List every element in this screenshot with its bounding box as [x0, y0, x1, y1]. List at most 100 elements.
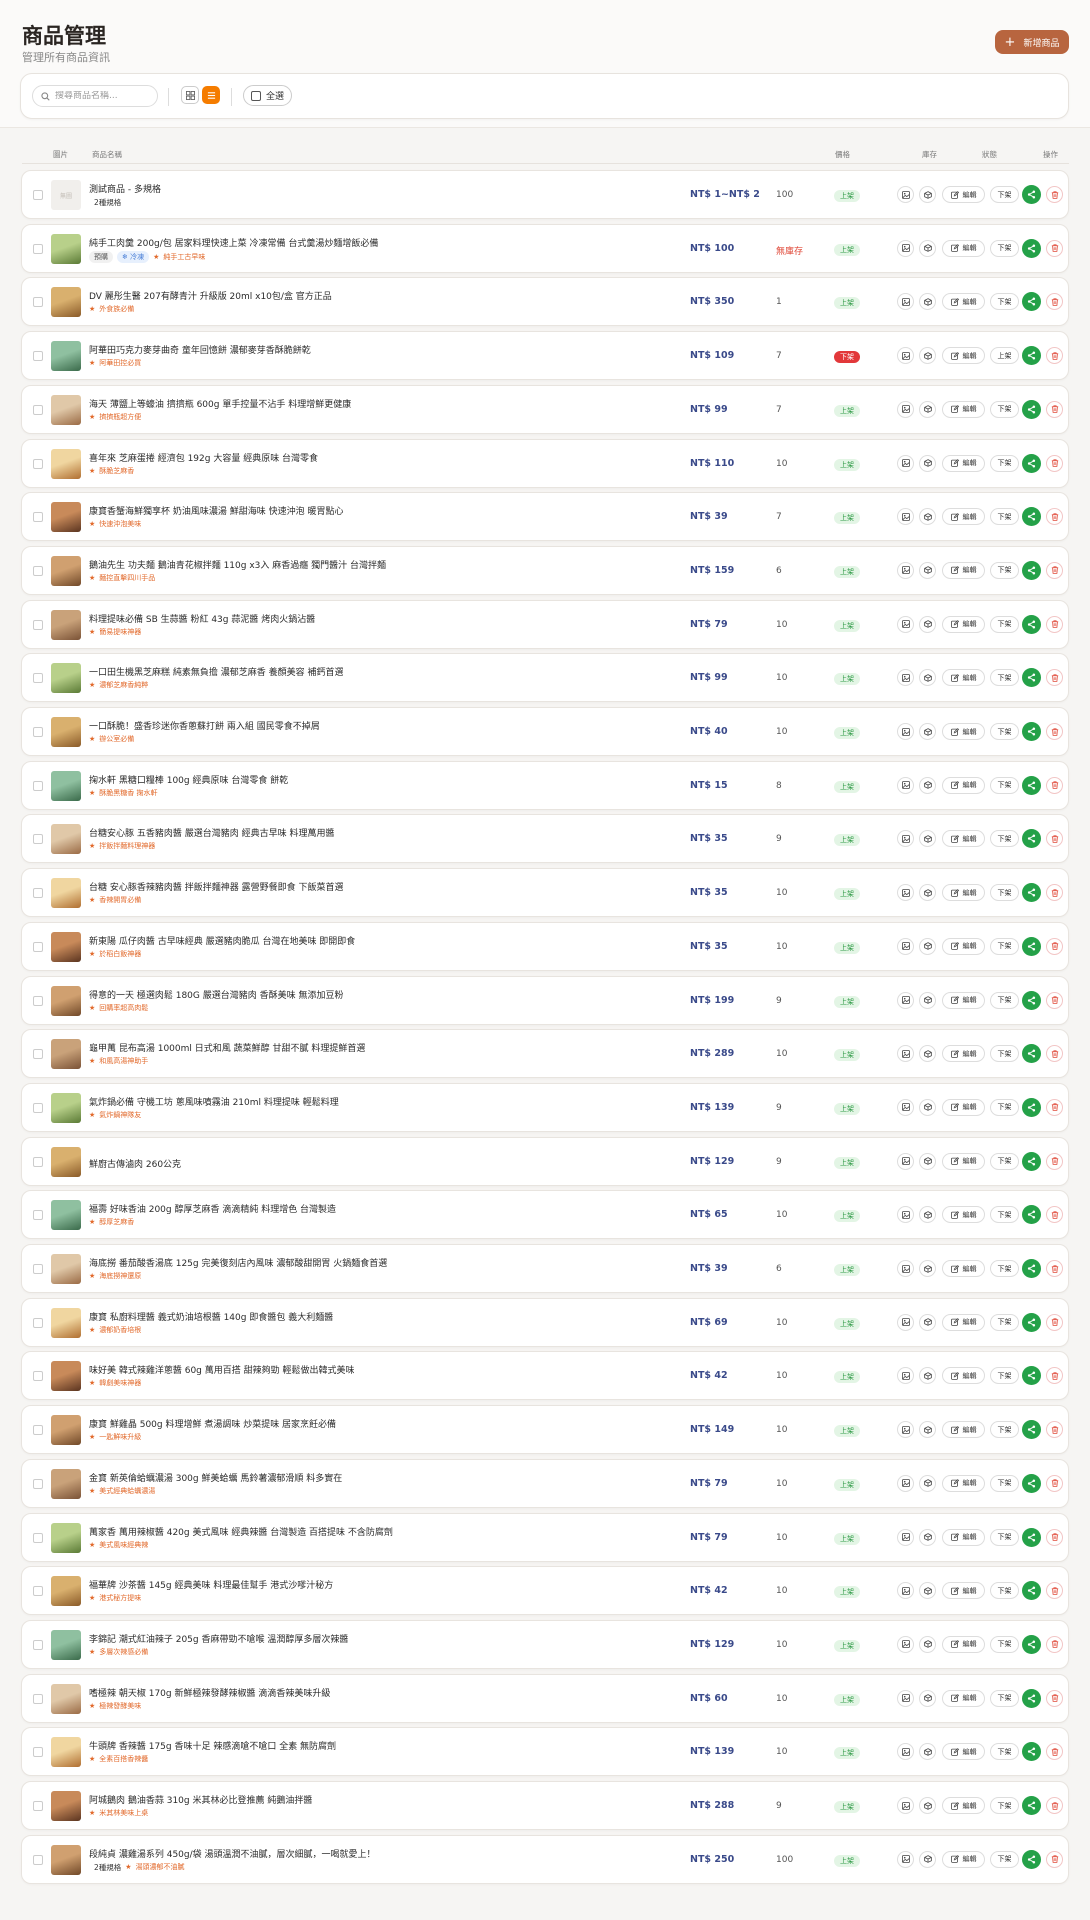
- edit-button[interactable]: 編輯: [942, 1152, 985, 1170]
- image-button[interactable]: [897, 1206, 914, 1224]
- delete-button[interactable]: [1046, 1313, 1063, 1331]
- inventory-button[interactable]: [919, 1850, 936, 1868]
- product-row[interactable]: 喜年來 芝麻蛋捲 經濟包 192g 大容量 經典原味 台灣零食 ★ 酥脆芝麻香 NT$…: [21, 438, 1069, 488]
- product-name[interactable]: 段純貞 濃雞湯系列 450g/袋 湯頭溫潤不油膩，層次細膩，一喝就愛上！: [89, 1847, 376, 1860]
- image-button[interactable]: [897, 400, 914, 418]
- image-button[interactable]: [897, 347, 914, 365]
- product-name[interactable]: 得意的一天 極選肉鬆 180G 嚴選台灣豬肉 香酥美味 無添加豆粉: [89, 988, 343, 1001]
- share-button[interactable]: [1022, 1581, 1041, 1601]
- share-button[interactable]: [1022, 1044, 1041, 1064]
- toggle-status-button[interactable]: 下架: [990, 1152, 1019, 1170]
- delete-button[interactable]: [1046, 293, 1063, 311]
- image-button[interactable]: [897, 830, 914, 848]
- edit-button[interactable]: 編輯: [942, 830, 985, 848]
- row-checkbox[interactable]: [33, 190, 43, 200]
- product-name[interactable]: DV 麗彤生醫 207有酵青汁 升級版 20ml x10包/盒 官方正品: [89, 289, 332, 302]
- delete-button[interactable]: [1046, 830, 1063, 848]
- edit-button[interactable]: 編輯: [942, 186, 985, 203]
- delete-button[interactable]: [1046, 1797, 1063, 1814]
- row-checkbox[interactable]: [33, 1425, 43, 1436]
- delete-button[interactable]: [1046, 884, 1063, 902]
- product-name[interactable]: 福壽 好味香油 200g 醇厚芝麻香 滴滴精純 料理增色 台灣製造: [89, 1202, 336, 1215]
- image-button[interactable]: [897, 723, 914, 740]
- inventory-button[interactable]: [919, 991, 936, 1009]
- row-checkbox[interactable]: [33, 1102, 43, 1113]
- product-name[interactable]: 台糖安心豚 五香豬肉醬 嚴選台灣豬肉 經典古早味 料理萬用醬: [89, 826, 334, 839]
- image-button[interactable]: [897, 776, 914, 794]
- inventory-button[interactable]: [919, 1045, 936, 1063]
- product-name[interactable]: 福華牌 沙茶醬 145g 經典美味 料理最佳幫手 港式沙嗲汁秘方: [89, 1578, 333, 1591]
- image-button[interactable]: [897, 1635, 914, 1653]
- inventory-button[interactable]: [919, 1474, 936, 1492]
- toggle-status-button[interactable]: 下架: [990, 1797, 1019, 1814]
- search-box[interactable]: [32, 85, 158, 107]
- inventory-button[interactable]: [919, 723, 936, 740]
- product-name[interactable]: 萬家香 萬用辣椒醬 420g 美式風味 經典辣醬 台灣製造 百搭提味 不含防腐劑: [89, 1525, 393, 1538]
- inventory-button[interactable]: [919, 1260, 936, 1277]
- inventory-button[interactable]: [919, 1098, 936, 1116]
- delete-button[interactable]: [1046, 937, 1063, 955]
- product-row[interactable]: 一口酥脆！盛香珍迷你香蔥蘇打餅 兩入組 國民零食不掉屑 ★ 辦公室必備 NT$ 40 1…: [21, 707, 1069, 756]
- toggle-status-button[interactable]: 下架: [990, 884, 1019, 902]
- row-checkbox[interactable]: [33, 1049, 43, 1060]
- delete-button[interactable]: [1046, 991, 1063, 1009]
- toggle-status-button[interactable]: 下架: [990, 400, 1019, 418]
- toggle-status-button[interactable]: 下架: [990, 1045, 1019, 1063]
- share-button[interactable]: [1022, 1312, 1041, 1332]
- toggle-status-button[interactable]: 下架: [990, 508, 1019, 526]
- delete-button[interactable]: [1046, 615, 1063, 633]
- product-row[interactable]: 台糖安心豚 五香豬肉醬 嚴選台灣豬肉 經典古早味 料理萬用醬 ★ 拌飯拌麵料理神器 N…: [21, 814, 1069, 864]
- product-row[interactable]: 氣炸鍋必備 守機工坊 蔥風味噴霧油 210ml 料理提味 輕鬆料理 ★ 氣炸鍋神隊友…: [21, 1082, 1069, 1132]
- edit-button[interactable]: 編輯: [942, 1689, 985, 1707]
- list-view-button[interactable]: [202, 86, 220, 104]
- add-product-button[interactable]: + 新增商品: [995, 30, 1069, 54]
- toggle-status-button[interactable]: 下架: [990, 776, 1019, 794]
- image-button[interactable]: [897, 1528, 914, 1546]
- edit-button[interactable]: 編輯: [942, 1528, 985, 1546]
- share-button[interactable]: [1022, 1473, 1041, 1493]
- share-button[interactable]: [1022, 1742, 1041, 1762]
- toggle-status-button[interactable]: 下架: [990, 1421, 1019, 1439]
- share-button[interactable]: [1022, 1259, 1041, 1278]
- product-name[interactable]: 測試商品 - 多規格: [89, 182, 161, 195]
- product-name[interactable]: 嗜極辣 朝天椒 170g 新鮮極辣發酵辣椒醬 滴滴香辣美味升級: [89, 1686, 330, 1699]
- image-button[interactable]: [897, 561, 914, 579]
- share-button[interactable]: [1022, 453, 1041, 473]
- row-checkbox[interactable]: [33, 888, 43, 899]
- toggle-status-button[interactable]: 下架: [990, 1313, 1019, 1331]
- inventory-button[interactable]: [919, 561, 936, 579]
- product-name[interactable]: 阿華田巧克力麥芽曲奇 童年回憶餅 濃郁麥芽香酥脆餅乾: [89, 343, 311, 356]
- product-name[interactable]: 牛頭牌 香辣醬 175g 香味十足 辣感滴嗆不嗆口 全素 無防腐劑: [89, 1739, 336, 1752]
- product-name[interactable]: 氣炸鍋必備 守機工坊 蔥風味噴霧油 210ml 料理提味 輕鬆料理: [89, 1095, 339, 1108]
- product-name[interactable]: 鮮廚古傳滷肉 260公克: [89, 1157, 181, 1170]
- product-name[interactable]: 台糖 安心豚香辣豬肉醬 拌飯拌麵神器 露營野餐即食 下飯菜首選: [89, 880, 343, 893]
- row-checkbox[interactable]: [33, 834, 43, 845]
- edit-button[interactable]: 編輯: [942, 615, 985, 633]
- share-button[interactable]: [1022, 614, 1041, 634]
- toggle-status-button[interactable]: 上架: [990, 347, 1019, 365]
- share-button[interactable]: [1022, 1097, 1041, 1117]
- delete-button[interactable]: [1046, 347, 1063, 365]
- edit-button[interactable]: 編輯: [942, 1098, 985, 1116]
- image-button[interactable]: [897, 293, 914, 311]
- edit-button[interactable]: 編輯: [942, 723, 985, 740]
- edit-button[interactable]: 編輯: [942, 1582, 985, 1600]
- edit-button[interactable]: 編輯: [942, 561, 985, 579]
- image-button[interactable]: [897, 186, 914, 203]
- search-input[interactable]: [55, 91, 151, 101]
- image-button[interactable]: [897, 1797, 914, 1814]
- share-button[interactable]: [1022, 1849, 1041, 1869]
- row-checkbox[interactable]: [33, 780, 43, 791]
- product-row[interactable]: 一口田生機黑芝麻糕 純素無負擔 濃郁芝麻香 養顏美容 補鈣首選 ★ 濃郁芝麻香純粹 N…: [21, 653, 1069, 703]
- share-button[interactable]: [1022, 346, 1041, 366]
- inventory-button[interactable]: [919, 1689, 936, 1707]
- edit-button[interactable]: 編輯: [942, 1743, 985, 1761]
- product-name[interactable]: 一口田生機黑芝麻糕 純素無負擔 濃郁芝麻香 養顏美容 補鈣首選: [89, 665, 343, 678]
- row-checkbox[interactable]: [33, 1478, 43, 1489]
- product-name[interactable]: 龜甲萬 昆布高湯 1000ml 日式和風 蔬菜鮮醇 甘甜不膩 料理提鮮首選: [89, 1041, 365, 1054]
- delete-button[interactable]: [1046, 561, 1063, 579]
- inventory-button[interactable]: [919, 293, 936, 311]
- delete-button[interactable]: [1046, 776, 1063, 794]
- share-button[interactable]: [1022, 1366, 1041, 1386]
- inventory-button[interactable]: [919, 239, 936, 257]
